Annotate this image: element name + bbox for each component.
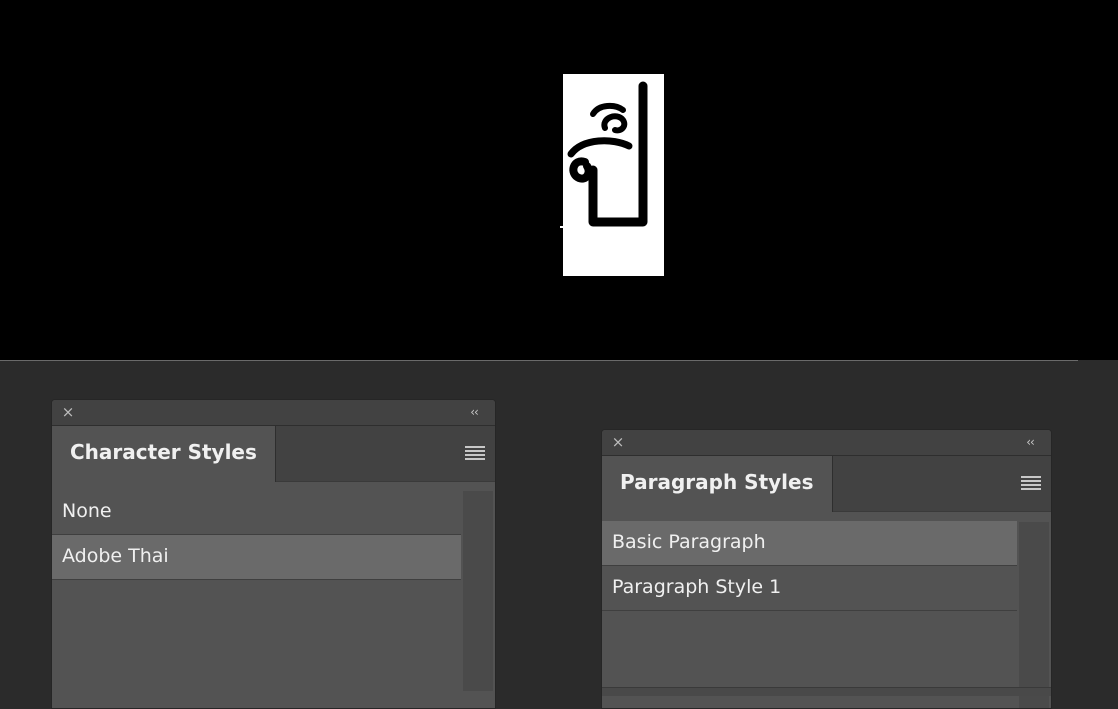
close-icon[interactable]: × bbox=[60, 404, 76, 420]
scrollbar[interactable] bbox=[1019, 522, 1049, 708]
character-styles-panel: × ‹‹ Character Styles None Adobe Thai bbox=[51, 399, 496, 709]
paragraph-style-list: Basic Paragraph Paragraph Style 1 bbox=[602, 521, 1017, 611]
close-icon[interactable]: × bbox=[610, 434, 626, 450]
in-port-mark bbox=[560, 226, 564, 228]
document-canvas[interactable] bbox=[0, 0, 1118, 360]
tab-character-styles[interactable]: Character Styles bbox=[52, 426, 276, 482]
style-item-basic-paragraph[interactable]: Basic Paragraph bbox=[602, 521, 1017, 566]
collapse-icon[interactable]: ‹‹ bbox=[465, 404, 483, 420]
panel-header: × ‹‹ bbox=[602, 430, 1051, 456]
paragraph-styles-panel: × ‹‹ Paragraph Styles Basic Paragraph Pa… bbox=[601, 429, 1052, 709]
style-item-none[interactable]: None bbox=[52, 490, 461, 535]
text-frame[interactable] bbox=[563, 74, 664, 276]
thai-glyph bbox=[567, 81, 648, 227]
character-style-list: None Adobe Thai bbox=[52, 490, 461, 580]
collapse-icon[interactable]: ‹‹ bbox=[1021, 434, 1039, 450]
panel-menu-icon[interactable] bbox=[465, 446, 485, 460]
style-item-adobe-thai[interactable]: Adobe Thai bbox=[52, 535, 461, 580]
style-item-paragraph-style-1[interactable]: Paragraph Style 1 bbox=[602, 566, 1017, 611]
tab-strip: Paragraph Styles bbox=[602, 456, 1051, 512]
tab-paragraph-styles[interactable]: Paragraph Styles bbox=[602, 456, 833, 512]
panel-header: × ‹‹ bbox=[52, 400, 495, 426]
scrollbar[interactable] bbox=[463, 491, 493, 691]
panel-menu-icon[interactable] bbox=[1021, 476, 1041, 490]
tab-strip: Character Styles bbox=[52, 426, 495, 482]
panel-footer bbox=[602, 687, 1051, 696]
